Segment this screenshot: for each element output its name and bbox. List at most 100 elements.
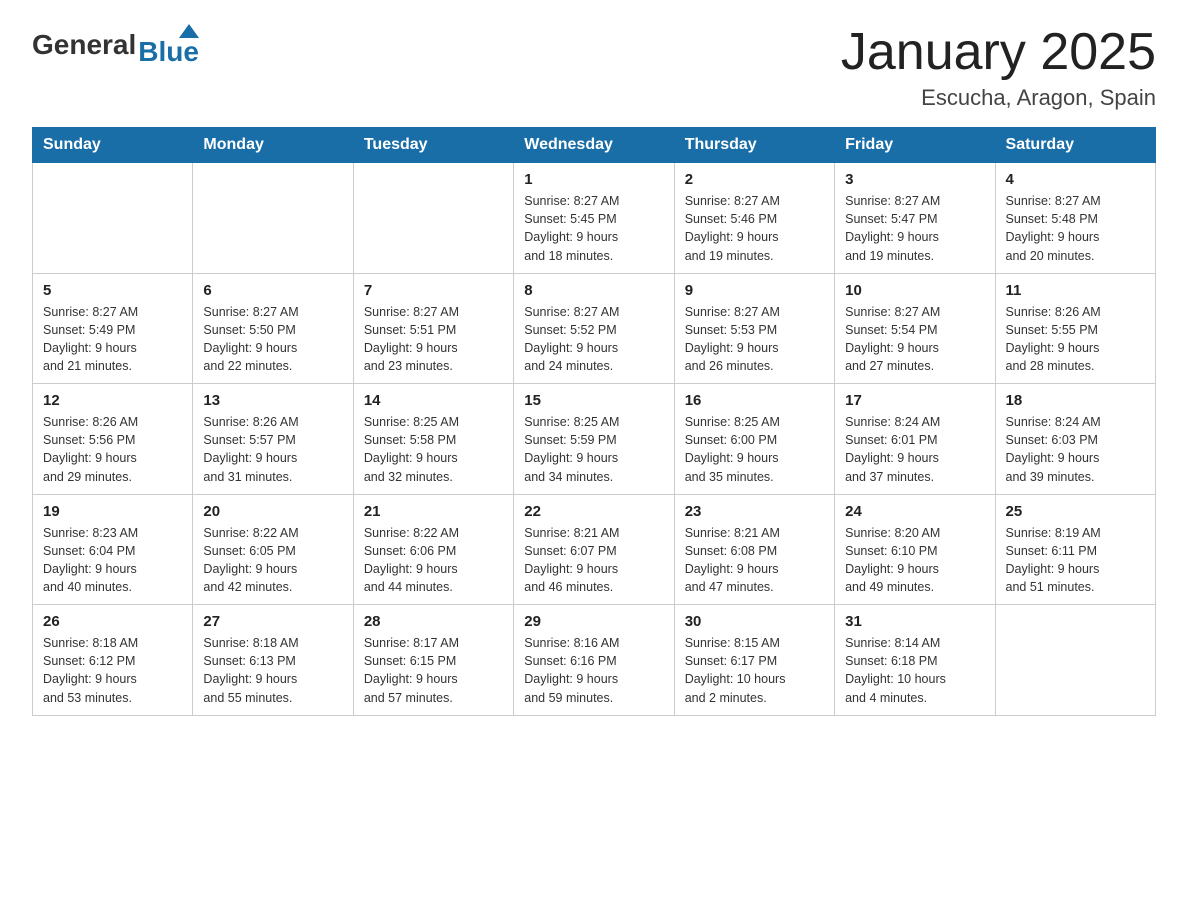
day-info: Sunrise: 8:27 AMSunset: 5:46 PMDaylight:… [685,192,824,265]
col-header-sunday: Sunday [33,128,193,163]
day-info: Sunrise: 8:27 AMSunset: 5:49 PMDaylight:… [43,303,182,376]
calendar-cell [353,163,513,274]
day-info: Sunrise: 8:27 AMSunset: 5:53 PMDaylight:… [685,303,824,376]
day-info: Sunrise: 8:27 AMSunset: 5:47 PMDaylight:… [845,192,984,265]
day-number: 19 [43,503,182,520]
calendar-header: SundayMondayTuesdayWednesdayThursdayFrid… [33,128,1156,163]
day-info: Sunrise: 8:27 AMSunset: 5:48 PMDaylight:… [1006,192,1145,265]
calendar-cell: 21 Sunrise: 8:22 AMSunset: 6:06 PMDayligh… [353,494,513,605]
logo: General Blue [32,24,201,66]
day-info: Sunrise: 8:27 AMSunset: 5:50 PMDaylight:… [203,303,342,376]
calendar-cell: 9 Sunrise: 8:27 AMSunset: 5:53 PMDaylight… [674,273,834,384]
day-number: 29 [524,613,663,630]
day-info: Sunrise: 8:23 AMSunset: 6:04 PMDaylight:… [43,524,182,597]
calendar-cell: 29Sunrise: 8:16 AMSunset: 6:16 PMDayligh… [514,605,674,716]
day-number: 4 [1006,171,1145,188]
day-info: Sunrise: 8:22 AMSunset: 6:06 PMDaylight:… [364,524,503,597]
day-number: 18 [1006,392,1145,409]
calendar-cell: 8 Sunrise: 8:27 AMSunset: 5:52 PMDaylight… [514,273,674,384]
day-number: 15 [524,392,663,409]
day-info: Sunrise: 8:19 AMSunset: 6:11 PMDaylight:… [1006,524,1145,597]
day-number: 30 [685,613,824,630]
day-number: 25 [1006,503,1145,520]
day-number: 16 [685,392,824,409]
day-number: 22 [524,503,663,520]
calendar-row-2: 5 Sunrise: 8:27 AMSunset: 5:49 PMDaylight… [33,273,1156,384]
day-number: 31 [845,613,984,630]
calendar-table: SundayMondayTuesdayWednesdayThursdayFrid… [32,127,1156,716]
calendar-cell: 2Sunrise: 8:27 AMSunset: 5:46 PMDaylight… [674,163,834,274]
day-number: 1 [524,171,663,188]
col-header-saturday: Saturday [995,128,1155,163]
day-info: Sunrise: 8:17 AMSunset: 6:15 PMDaylight:… [364,634,503,707]
calendar-cell: 28Sunrise: 8:17 AMSunset: 6:15 PMDayligh… [353,605,513,716]
calendar-cell: 24Sunrise: 8:20 AMSunset: 6:10 PMDayligh… [835,494,995,605]
day-number: 7 [364,282,503,299]
day-number: 6 [203,282,342,299]
calendar-cell: 27 Sunrise: 8:18 AMSunset: 6:13 PMDayligh… [193,605,353,716]
day-number: 3 [845,171,984,188]
day-info: Sunrise: 8:21 AMSunset: 6:08 PMDaylight:… [685,524,824,597]
calendar-cell [193,163,353,274]
calendar-body: 1Sunrise: 8:27 AMSunset: 5:45 PMDaylight… [33,163,1156,716]
day-info: Sunrise: 8:21 AMSunset: 6:07 PMDaylight:… [524,524,663,597]
col-header-friday: Friday [835,128,995,163]
calendar-cell: 10Sunrise: 8:27 AMSunset: 5:54 PMDayligh… [835,273,995,384]
col-header-tuesday: Tuesday [353,128,513,163]
calendar-cell: 22 Sunrise: 8:21 AMSunset: 6:07 PMDayligh… [514,494,674,605]
calendar-cell: 23 Sunrise: 8:21 AMSunset: 6:08 PMDayligh… [674,494,834,605]
month-title: January 2025 [841,24,1156,81]
calendar-cell: 31 Sunrise: 8:14 AMSunset: 6:18 PMDayligh… [835,605,995,716]
col-header-monday: Monday [193,128,353,163]
day-info: Sunrise: 8:24 AMSunset: 6:01 PMDaylight:… [845,413,984,486]
day-number: 12 [43,392,182,409]
day-info: Sunrise: 8:25 AMSunset: 5:58 PMDaylight:… [364,413,503,486]
calendar-row-3: 12 Sunrise: 8:26 AMSunset: 5:56 PMDayligh… [33,384,1156,495]
day-number: 8 [524,282,663,299]
calendar-cell: 18 Sunrise: 8:24 AMSunset: 6:03 PMDayligh… [995,384,1155,495]
calendar-cell: 6 Sunrise: 8:27 AMSunset: 5:50 PMDaylight… [193,273,353,384]
location-title: Escucha, Aragon, Spain [841,85,1156,111]
calendar-cell: 4 Sunrise: 8:27 AMSunset: 5:48 PMDaylight… [995,163,1155,274]
calendar-row-5: 26Sunrise: 8:18 AMSunset: 6:12 PMDayligh… [33,605,1156,716]
day-info: Sunrise: 8:26 AMSunset: 5:57 PMDaylight:… [203,413,342,486]
day-number: 23 [685,503,824,520]
calendar-cell: 20Sunrise: 8:22 AMSunset: 6:05 PMDayligh… [193,494,353,605]
day-info: Sunrise: 8:14 AMSunset: 6:18 PMDaylight:… [845,634,984,707]
day-info: Sunrise: 8:27 AMSunset: 5:51 PMDaylight:… [364,303,503,376]
day-number: 20 [203,503,342,520]
calendar-cell: 30 Sunrise: 8:15 AMSunset: 6:17 PMDayligh… [674,605,834,716]
calendar-cell: 14 Sunrise: 8:25 AMSunset: 5:58 PMDayligh… [353,384,513,495]
calendar-cell: 15Sunrise: 8:25 AMSunset: 5:59 PMDayligh… [514,384,674,495]
day-number: 5 [43,282,182,299]
day-number: 27 [203,613,342,630]
day-info: Sunrise: 8:26 AMSunset: 5:55 PMDaylight:… [1006,303,1145,376]
calendar-cell: 1Sunrise: 8:27 AMSunset: 5:45 PMDaylight… [514,163,674,274]
day-number: 13 [203,392,342,409]
day-number: 17 [845,392,984,409]
day-number: 21 [364,503,503,520]
calendar-cell: 13 Sunrise: 8:26 AMSunset: 5:57 PMDayligh… [193,384,353,495]
day-number: 10 [845,282,984,299]
day-number: 14 [364,392,503,409]
day-info: Sunrise: 8:15 AMSunset: 6:17 PMDaylight:… [685,634,824,707]
calendar-cell: 7 Sunrise: 8:27 AMSunset: 5:51 PMDaylight… [353,273,513,384]
day-info: Sunrise: 8:24 AMSunset: 6:03 PMDaylight:… [1006,413,1145,486]
page-header: General Blue January 2025 Escucha, Arago… [32,24,1156,111]
calendar-cell: 25 Sunrise: 8:19 AMSunset: 6:11 PMDayligh… [995,494,1155,605]
day-info: Sunrise: 8:26 AMSunset: 5:56 PMDaylight:… [43,413,182,486]
day-info: Sunrise: 8:27 AMSunset: 5:52 PMDaylight:… [524,303,663,376]
day-number: 26 [43,613,182,630]
calendar-cell [33,163,193,274]
calendar-cell: 3 Sunrise: 8:27 AMSunset: 5:47 PMDaylight… [835,163,995,274]
calendar-row-1: 1Sunrise: 8:27 AMSunset: 5:45 PMDaylight… [33,163,1156,274]
col-header-wednesday: Wednesday [514,128,674,163]
calendar-cell: 12 Sunrise: 8:26 AMSunset: 5:56 PMDayligh… [33,384,193,495]
calendar-cell: 11Sunrise: 8:26 AMSunset: 5:55 PMDayligh… [995,273,1155,384]
col-header-thursday: Thursday [674,128,834,163]
logo-blue-box: Blue [138,24,199,66]
calendar-cell: 5 Sunrise: 8:27 AMSunset: 5:49 PMDaylight… [33,273,193,384]
day-number: 24 [845,503,984,520]
day-info: Sunrise: 8:18 AMSunset: 6:13 PMDaylight:… [203,634,342,707]
day-number: 9 [685,282,824,299]
